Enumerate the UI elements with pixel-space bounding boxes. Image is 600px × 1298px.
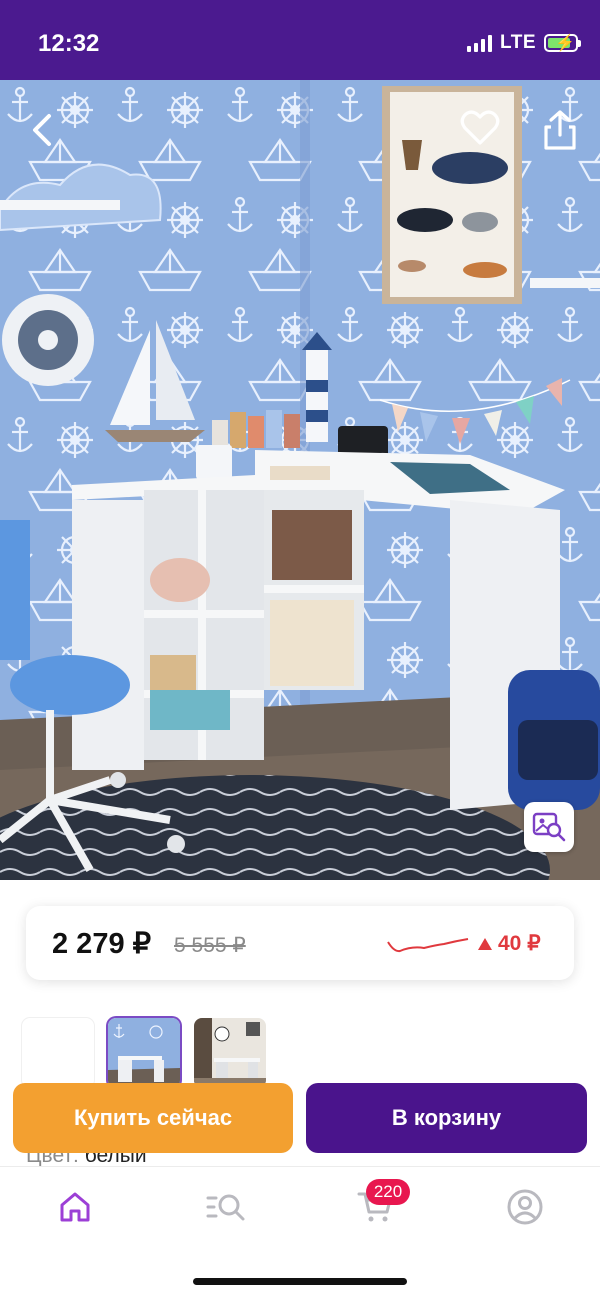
- battery-icon: ⚡: [544, 34, 581, 52]
- image-search-icon: [532, 812, 566, 842]
- current-price: 2 279 ₽: [52, 928, 152, 960]
- arrow-up-icon: [478, 937, 492, 950]
- thumbnail-3[interactable]: [194, 1018, 266, 1088]
- buy-now-button[interactable]: Купить сейчас: [13, 1083, 293, 1153]
- product-photo: [0, 80, 600, 880]
- image-thumbnails: [22, 1018, 266, 1088]
- network-label: LTE: [500, 32, 536, 53]
- nav-catalog[interactable]: [196, 1185, 256, 1229]
- product-screen: 12:32 LTE ⚡ 2 279 ₽ 5 555 ₽ 40 ₽ Цвет: б…: [0, 0, 600, 1298]
- nav-profile[interactable]: [495, 1185, 555, 1229]
- back-button[interactable]: [18, 106, 66, 154]
- status-time: 12:32: [38, 30, 100, 57]
- thumbnail-2[interactable]: [108, 1018, 180, 1088]
- share-icon: [544, 110, 576, 150]
- visual-search-button[interactable]: [524, 802, 574, 852]
- status-bar: 12:32 LTE ⚡: [0, 0, 600, 80]
- cart-badge: 220: [366, 1179, 410, 1205]
- thumbnail-image: [108, 1018, 180, 1088]
- product-image[interactable]: [0, 80, 600, 880]
- catalog-search-icon: [206, 1194, 245, 1221]
- profile-icon: [507, 1189, 543, 1225]
- home-icon: [60, 1192, 90, 1222]
- share-button[interactable]: [536, 104, 584, 156]
- thumbnail-1[interactable]: [22, 1018, 94, 1088]
- home-indicator[interactable]: [193, 1278, 407, 1285]
- add-to-cart-button[interactable]: В корзину: [306, 1083, 587, 1153]
- signal-icon: [467, 34, 493, 52]
- price-card: 2 279 ₽ 5 555 ₽ 40 ₽: [26, 906, 574, 980]
- thumbnail-image: [194, 1018, 266, 1088]
- status-indicators: LTE ⚡: [467, 32, 581, 54]
- old-price: 5 555 ₽: [174, 934, 246, 957]
- charging-icon: ⚡: [555, 35, 575, 52]
- price-trend-icon[interactable]: [386, 932, 470, 956]
- favorite-button[interactable]: [456, 104, 504, 152]
- price-change: 40 ₽: [478, 931, 541, 956]
- heart-icon: [460, 110, 500, 145]
- chevron-left-icon: [33, 114, 51, 146]
- nav-home[interactable]: [45, 1185, 105, 1229]
- price-change-value: 40 ₽: [498, 932, 541, 955]
